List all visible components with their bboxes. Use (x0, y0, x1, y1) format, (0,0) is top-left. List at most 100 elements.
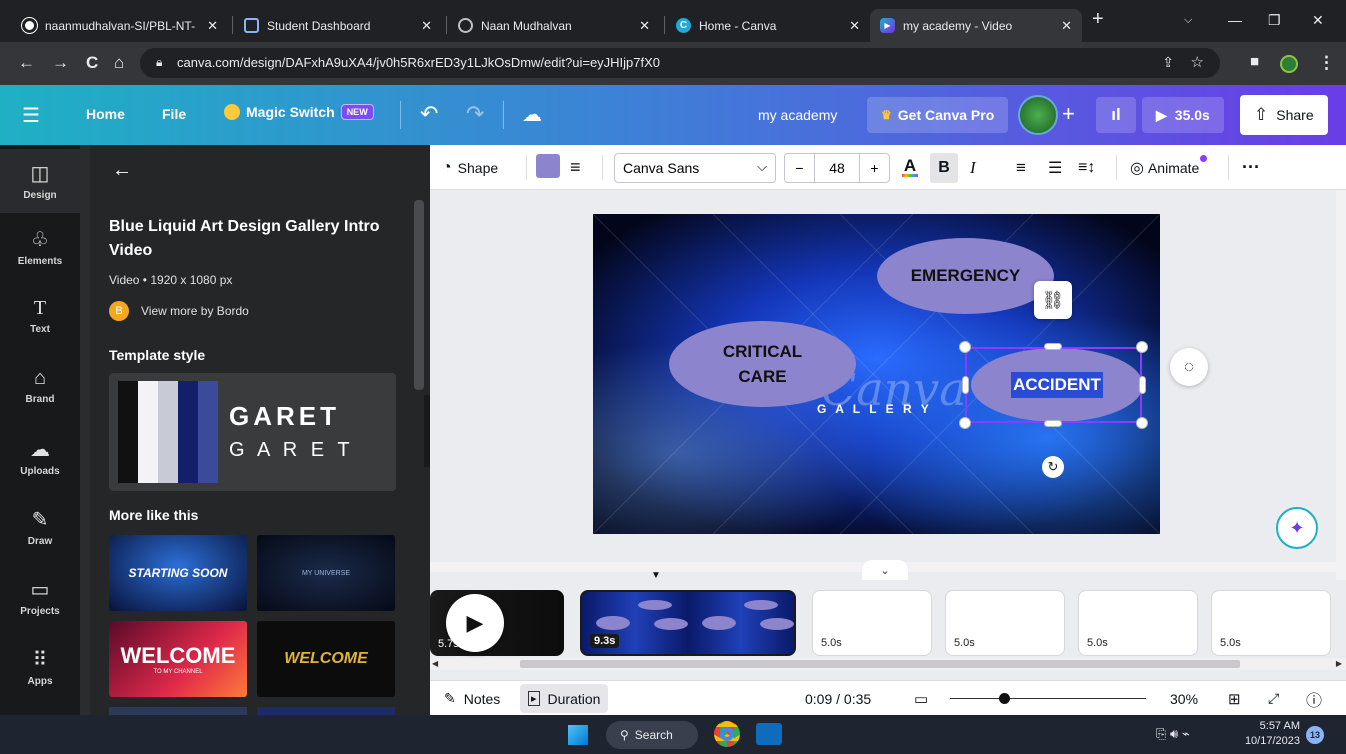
italic-button[interactable]: I (970, 145, 976, 190)
timeline-clip[interactable]: 5.0s (1078, 590, 1198, 656)
rail-item-projects[interactable]: ▭ Projects (0, 577, 80, 617)
emergency-shape[interactable]: EMERGENCY (877, 238, 1054, 314)
scroll-left-icon[interactable]: ◀ (432, 659, 438, 668)
template-thumbnail[interactable]: WELCOME (257, 621, 395, 697)
bookmark-star-icon[interactable]: ☆ (1191, 53, 1204, 71)
close-icon[interactable]: ✕ (639, 18, 650, 34)
rail-item-text[interactable]: T Text (0, 297, 80, 335)
notification-badge[interactable]: 13 (1306, 726, 1324, 744)
magic-assistant-icon[interactable]: ✦ (1276, 507, 1318, 549)
expand-timeline-chevron-icon[interactable]: ⌄ (862, 560, 908, 580)
back-arrow-icon[interactable]: ← (18, 53, 35, 73)
browser-tab-1[interactable]: naanmudhalvan-SI/PBL-NT- ✕ (12, 9, 228, 42)
minimize-button[interactable]: — (1228, 12, 1242, 28)
rotate-icon[interactable]: ↻ (1042, 456, 1064, 478)
author-link[interactable]: B View more by Bordo (109, 301, 249, 321)
resize-handle[interactable] (1136, 417, 1148, 429)
gallery-text[interactable]: G A L L E R Y (817, 402, 932, 416)
text-color-button[interactable]: A (902, 145, 918, 190)
resize-handle[interactable] (1044, 420, 1062, 427)
timeline-clip[interactable]: 5.0s (812, 590, 932, 656)
home-button[interactable]: Home (86, 106, 125, 122)
rail-scrollbar[interactable] (80, 145, 90, 715)
border-style-icon[interactable]: ≡ (570, 145, 581, 190)
rail-item-apps[interactable]: ⠿ Apps (0, 647, 80, 687)
timeline-clip[interactable]: 5.0s (945, 590, 1065, 656)
new-tab-button[interactable]: + (1092, 8, 1104, 31)
bullet-list-icon[interactable]: ☰ (1048, 145, 1062, 190)
resize-handle[interactable] (959, 341, 971, 353)
playhead-marker-icon[interactable]: ▼ (651, 570, 661, 581)
panel-scrollbar-thumb[interactable] (414, 200, 424, 390)
magic-switch-button[interactable]: Magic Switch NEW (224, 104, 374, 120)
close-icon[interactable]: ✕ (1061, 18, 1072, 34)
play-button[interactable]: ▶ 35.0s (1142, 97, 1224, 133)
template-thumbnail[interactable]: WELCOME TO MY CHANNEL (109, 621, 247, 697)
file-menu-button[interactable]: File (162, 106, 186, 122)
link-icon[interactable]: ⛓︎ (1034, 281, 1072, 319)
duration-button[interactable]: ▸ Duration (520, 684, 609, 713)
resize-handle[interactable] (962, 376, 969, 394)
zoom-level[interactable]: 30% (1170, 681, 1198, 716)
profile-avatar[interactable] (1280, 55, 1298, 73)
close-window-button[interactable]: ✕ (1312, 12, 1324, 29)
zoom-slider[interactable] (950, 698, 1146, 699)
share-button[interactable]: ⇧ Share (1240, 95, 1328, 135)
animate-button[interactable]: ◎ Animate (1130, 145, 1208, 190)
invite-plus-button[interactable]: + (1062, 101, 1075, 127)
forward-arrow-icon[interactable]: → (52, 53, 69, 73)
browser-tab-2[interactable]: Student Dashboard ✕ (234, 9, 442, 42)
rail-item-design[interactable]: ◫ Design (0, 149, 80, 213)
font-family-select[interactable]: Canva Sans ⌵ (614, 153, 776, 183)
browser-tab-5[interactable]: ▶ my academy - Video ✕ (870, 9, 1082, 42)
resize-handle[interactable] (959, 417, 971, 429)
insights-chart-icon[interactable]: ıl (1096, 97, 1136, 133)
add-comment-icon[interactable]: ◌ (1170, 348, 1208, 386)
rail-item-brand[interactable]: ⌂ Brand (0, 367, 80, 405)
browser-tab-4[interactable]: C Home - Canva ✕ (666, 9, 870, 42)
fullscreen-icon[interactable]: ⤢ (1268, 681, 1279, 716)
font-size-decrease-button[interactable]: − (785, 154, 815, 182)
user-avatar[interactable] (1018, 95, 1058, 135)
sidepanel-icon[interactable]: ■ (1250, 53, 1259, 70)
resize-handle[interactable] (1136, 341, 1148, 353)
critical-care-shape[interactable]: CRITICAL CARE (669, 321, 856, 407)
rail-item-elements[interactable]: ♧ Elements (0, 227, 80, 267)
system-clock[interactable]: 5:57 AM 10/17/2023 (1236, 719, 1300, 749)
browser-tab-3[interactable]: Naan Mudhalvan ✕ (448, 9, 660, 42)
windows-start-icon[interactable] (568, 725, 588, 745)
shape-button[interactable]: ◔ Shape (442, 145, 498, 190)
font-size-increase-button[interactable]: + (859, 154, 889, 182)
close-icon[interactable]: ✕ (849, 18, 860, 34)
close-icon[interactable]: ✕ (421, 18, 432, 34)
help-icon[interactable]: ⓘ (1306, 681, 1322, 716)
resize-handle[interactable] (1139, 376, 1146, 394)
template-thumbnail[interactable]: MY UNIVERSE (257, 535, 395, 611)
timeline-clip[interactable]: 5.0s (1211, 590, 1331, 656)
template-style-card[interactable]: GARET G A R E T (109, 373, 396, 491)
hamburger-menu-icon[interactable]: ☰ (22, 103, 40, 128)
mail-taskbar-icon[interactable] (756, 723, 782, 745)
template-thumbnail[interactable] (109, 707, 247, 715)
taskbar-search[interactable]: ⚲ Search (606, 721, 698, 749)
bold-button[interactable]: B (930, 153, 958, 183)
chrome-taskbar-icon[interactable] (714, 721, 740, 747)
more-options-icon[interactable]: ··· (1242, 145, 1260, 190)
restore-button[interactable]: ❐ (1268, 12, 1281, 29)
page-layout-icon[interactable]: ▭ (914, 681, 928, 716)
rail-item-draw[interactable]: ✎ Draw (0, 507, 80, 547)
timeline-clip-selected[interactable]: 9.3s (580, 590, 796, 656)
timeline-clip[interactable]: ▶ 5.7s (430, 590, 564, 656)
canvas-scrollbar[interactable] (1336, 190, 1346, 580)
get-canva-pro-button[interactable]: ♛ Get Canva Pro (867, 97, 1009, 133)
system-tray-icons[interactable]: ⎘ 🔊︎ ⌁ (1156, 726, 1190, 742)
redo-icon[interactable]: ↷ (466, 101, 484, 127)
font-size-input[interactable]: 48 (815, 154, 859, 182)
cloud-saved-icon[interactable]: ☁︎ (522, 102, 542, 127)
back-arrow-icon[interactable]: ← (112, 159, 132, 182)
resize-handle[interactable] (1044, 343, 1062, 350)
notes-button[interactable]: ✎ Notes (444, 681, 500, 716)
tab-search-chevron-icon[interactable]: ⌵ (1184, 14, 1192, 27)
template-thumbnail[interactable] (257, 707, 395, 715)
scroll-right-icon[interactable]: ▶ (1336, 659, 1342, 668)
